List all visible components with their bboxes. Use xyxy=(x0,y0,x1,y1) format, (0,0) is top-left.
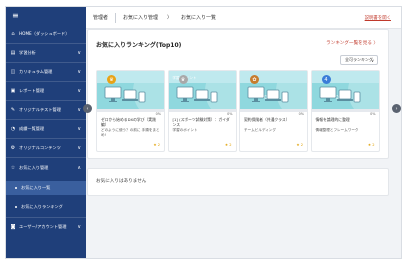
sort-select[interactable]: 全可ランキング ∨ xyxy=(340,55,378,65)
ranking-card[interactable]: 4020%情報を論理的に整理情報整理とフレームワーク★ 2 xyxy=(310,70,380,152)
sidebar-item-label: カリキュラム管理 xyxy=(19,69,53,74)
chevron-down-icon: ∨ xyxy=(77,50,81,56)
ranking-list-link[interactable]: ランキング一覧を見る 〉 xyxy=(326,40,378,46)
card-subtitle: 学習のポイント xyxy=(172,128,198,132)
sidebar-item-user-account[interactable]: ◙ ユーザー/アカウント管理 ∨ xyxy=(6,218,86,236)
user-icon: ◙ xyxy=(10,224,16,230)
chevron-down-icon: ∨ xyxy=(77,126,81,132)
progress-bar xyxy=(97,109,164,112)
ranking-card[interactable]: ♛学習のポイント0%[1] (スポーツ試験対策）：ガイダンス学習のポイント★ 2 xyxy=(167,70,237,152)
card-title: 情報を論理的に整理 xyxy=(315,117,350,122)
home-icon: ⌂ xyxy=(11,31,15,37)
card-subtitle: 情報整理とフレームワーク xyxy=(315,128,359,132)
progress-percent: 0% xyxy=(227,112,233,116)
chevron-down-icon: ∨ xyxy=(77,69,81,75)
sidebar-subitem-label: お気に入り一覧 xyxy=(21,185,51,190)
sidebar-item-curriculum[interactable]: ◫ カリキュラム管理 ∨ xyxy=(6,63,86,81)
favorite-count: ★ 2 xyxy=(153,143,160,147)
chevron-down-icon: ∨ xyxy=(77,145,81,151)
progress-percent: 0% xyxy=(298,112,304,116)
sidebar-item-label: オリジナルテスト管理 xyxy=(19,107,61,112)
progress-percent: 0% xyxy=(370,112,376,116)
devices-icon xyxy=(176,86,217,103)
sidebar-item-learning-analysis[interactable]: ▤ 学習分析 ∨ xyxy=(6,44,86,62)
favorite-count: ★ 2 xyxy=(296,143,303,147)
content-icon: ⚙ xyxy=(10,145,16,151)
breadcrumb: 管理者 お気に入り管理 〉 お気に入り一覧 xyxy=(86,12,223,23)
sidebar-item-report[interactable]: ▣ レポート管理 ∨ xyxy=(6,82,86,100)
report-icon: ▣ xyxy=(10,88,16,94)
sidebar-subitem-favorites-ranking[interactable]: お気に入りランキング xyxy=(6,200,86,214)
test-icon: ✎ xyxy=(10,107,16,113)
hamburger-icon[interactable]: ≡ xyxy=(12,12,19,20)
sidebar: ≡ ⌂ HOME（ダッシュボード） ▤ 学習分析 ∨ ◫ カリキュラム管理 ∨ … xyxy=(6,7,86,258)
devices-icon xyxy=(247,86,289,103)
ranking-carousel: ♛ 0% ゼロから始めるDXの学び（実践編） どのように使う？の前に 手順をまとめ! ★… xyxy=(96,70,382,152)
sidebar-item-original-test[interactable]: ✎ オリジナルテスト管理 ∨ xyxy=(6,101,86,119)
chevron-down-icon: ∨ xyxy=(77,88,81,94)
favorite-count: ★ 2 xyxy=(367,143,375,147)
panel-title: お気に入りランキング(Top10) xyxy=(96,42,182,49)
sidebar-item-label: 学習分析 xyxy=(19,50,36,55)
sidebar-subitem-label: お気に入りランキング xyxy=(21,204,63,209)
card-title: 契約保険者（共通クラス） xyxy=(244,117,290,122)
breadcrumb-item[interactable]: 管理者 xyxy=(86,14,115,21)
card-subtitle: どのように使う？の前に 手順をまとめ! xyxy=(101,128,160,137)
bullet-icon xyxy=(15,206,17,208)
card-subtitle: チームビルディング xyxy=(244,128,276,132)
ranking-card[interactable]: ♛ 0% ゼロから始めるDXの学び（実践編） どのように使う？の前に 手順をまとめ! ★… xyxy=(96,70,165,152)
progress-percent: 0% xyxy=(155,112,161,116)
progress-bar xyxy=(240,109,307,112)
chevron-down-icon: ∨ xyxy=(77,107,81,113)
sort-select-value: 全可ランキング xyxy=(345,57,373,62)
medal-icon: ✿ xyxy=(250,75,259,84)
bullet-icon xyxy=(15,187,17,189)
sidebar-item-label: HOME（ダッシュボード） xyxy=(19,31,70,36)
sidebar-item-label: 成績一覧管理 xyxy=(19,126,45,131)
top-bar: 管理者 お気に入り管理 〉 お気に入り一覧 説明書を開く xyxy=(86,7,401,29)
sidebar-item-favorites[interactable]: ☆ お気に入り管理 ∧ xyxy=(6,159,86,177)
sidebar-item-grades[interactable]: ◔ 成績一覧管理 ∨ xyxy=(6,120,86,138)
chart-icon: ▤ xyxy=(10,50,16,56)
breadcrumb-current: お気に入り一覧 xyxy=(181,15,217,21)
chevron-down-icon: ∨ xyxy=(77,224,81,230)
help-manual-link[interactable]: 説明書を開く xyxy=(365,15,391,21)
progress-bar xyxy=(311,109,379,112)
rank-number-badge: 4 xyxy=(321,75,331,84)
grade-icon: ◔ xyxy=(10,126,16,132)
ranking-panel: お気に入りランキング(Top10) ランキング一覧を見る 〉 全可ランキング ∨… xyxy=(87,29,389,159)
sidebar-item-label: お気に入り管理 xyxy=(19,165,49,170)
curriculum-icon: ◫ xyxy=(10,69,16,75)
chevron-right-icon: 〉 xyxy=(167,15,173,21)
carousel-next-button[interactable]: › xyxy=(392,104,401,113)
sidebar-item-label: オリジナルコンテンツ xyxy=(19,145,61,150)
breadcrumb-item[interactable]: お気に入り管理 xyxy=(116,14,165,21)
chevron-down-icon: ∨ xyxy=(371,57,374,63)
card-title: ゼロから始めるDXの学び（実践編） xyxy=(101,117,156,127)
favorites-list-panel: お気に入りはありません xyxy=(87,168,389,196)
devices-icon xyxy=(319,86,360,103)
ranking-card[interactable]: ✿020%契約保険者（共通クラス）チームビルディング★ 2 xyxy=(239,70,308,152)
sidebar-subitem-favorites-list[interactable]: お気に入り一覧 xyxy=(6,181,86,195)
favorite-count: ★ 2 xyxy=(224,143,232,147)
crown-icon: ♛ xyxy=(107,75,116,84)
empty-message: お気に入りはありません xyxy=(96,179,147,184)
card-title: [1] (スポーツ試験対策）：ガイダンス xyxy=(172,117,230,127)
sidebar-item-label: レポート管理 xyxy=(19,88,45,93)
sidebar-item-label: ユーザー/アカウント管理 xyxy=(19,224,67,229)
carousel-prev-button[interactable]: ‹ xyxy=(83,104,92,113)
star-icon: ☆ xyxy=(10,165,16,171)
divider xyxy=(6,157,86,158)
chevron-up-icon: ∧ xyxy=(77,165,81,171)
devices-icon xyxy=(104,86,146,103)
crown-icon: ♛ xyxy=(178,75,188,84)
progress-bar xyxy=(168,109,236,112)
sidebar-item-home[interactable]: ⌂ HOME（ダッシュボード） xyxy=(6,25,86,43)
sidebar-item-original-content[interactable]: ⚙ オリジナルコンテンツ ∨ xyxy=(6,139,86,157)
